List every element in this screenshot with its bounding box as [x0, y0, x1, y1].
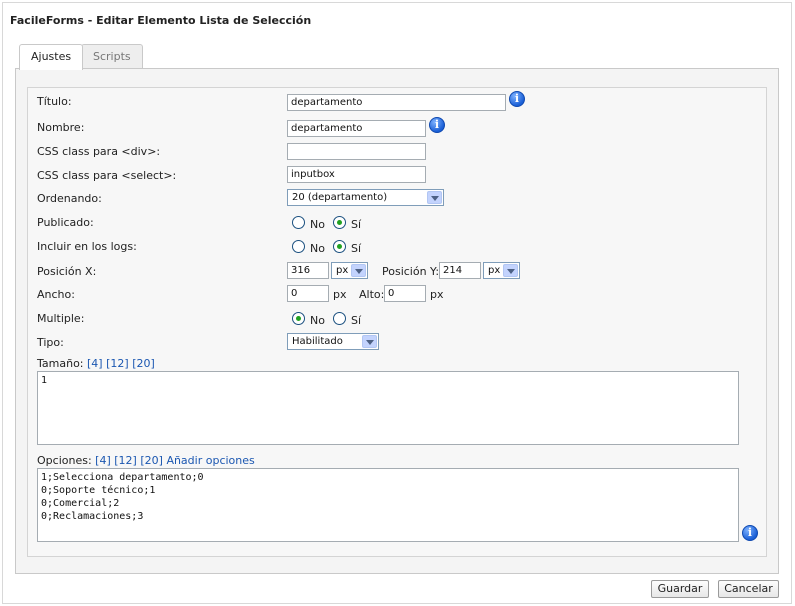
posy-unit-value: px [488, 265, 501, 276]
publicado-label: Publicado: [37, 216, 94, 229]
tipo-select[interactable]: Habilitado [287, 333, 379, 350]
posx-unit-select[interactable]: px [331, 262, 368, 279]
ordenando-value: 20 (departamento) [292, 192, 388, 203]
ancho-label: Ancho: [37, 288, 75, 301]
tamano-textarea[interactable]: 1 [37, 371, 739, 445]
chevron-down-icon [503, 264, 518, 277]
posx-unit-value: px [336, 265, 349, 276]
add-options-link[interactable]: Añadir opciones [166, 454, 254, 467]
chevron-down-icon [351, 264, 366, 277]
ancho-input[interactable]: 0 [287, 285, 329, 302]
posx-label: Posición X: [37, 265, 97, 278]
opciones-link-20[interactable]: [20] [140, 454, 163, 467]
logs-no-label: No [310, 242, 325, 255]
posy-label: Posición Y: [382, 265, 440, 278]
publicado-no-label: No [310, 218, 325, 231]
css-div-input[interactable] [287, 143, 426, 160]
info-icon[interactable]: i [509, 91, 525, 107]
tab-ajustes[interactable]: Ajustes [19, 44, 84, 70]
option-line: 0;Reclamaciones;3 [41, 511, 144, 522]
multiple-no-radio[interactable] [292, 312, 305, 325]
tamano-header: Tamaño: [4] [12] [20] [37, 357, 155, 370]
logs-si-radio[interactable] [333, 240, 346, 253]
logs-si-label: Sí [351, 242, 362, 255]
ordenando-select[interactable]: 20 (departamento) [287, 189, 444, 206]
css-div-label: CSS class para <div>: [37, 145, 161, 158]
titulo-label: Título: [37, 95, 72, 108]
logs-label: Incluir en los logs: [37, 240, 137, 253]
logs-no-radio[interactable] [292, 240, 305, 253]
cancel-button[interactable]: Cancelar [718, 580, 779, 598]
info-icon[interactable]: i [429, 117, 445, 133]
css-select-label: CSS class para <select>: [37, 169, 177, 182]
chevron-down-icon [427, 191, 442, 204]
ordenando-label: Ordenando: [37, 192, 102, 205]
opciones-textarea[interactable]: 1;Selecciona departamento;0 0;Soporte téc… [37, 468, 739, 542]
tipo-label: Tipo: [37, 336, 64, 349]
chevron-down-icon [362, 335, 377, 348]
publicado-si-label: Sí [351, 218, 362, 231]
opciones-header: Opciones: [4] [12] [20] Añadir opciones [37, 454, 255, 467]
tamano-link-20[interactable]: [20] [132, 357, 155, 370]
titulo-input[interactable]: departamento [287, 94, 506, 111]
info-icon[interactable]: i [742, 525, 758, 541]
posy-input[interactable]: 214 [439, 262, 481, 279]
css-select-input[interactable]: inputbox [287, 166, 426, 183]
alto-unit: px [430, 288, 444, 301]
multiple-si-label: Sí [351, 314, 362, 327]
publicado-si-radio[interactable] [333, 216, 346, 229]
window-title: FacileForms - Editar Elemento Lista de S… [10, 14, 312, 27]
opciones-label: Opciones: [37, 454, 92, 467]
option-line: 0;Comercial;2 [41, 498, 120, 509]
alto-label: Alto: [359, 288, 385, 301]
option-line: 1;Selecciona departamento;0 [41, 472, 204, 483]
option-line: 0;Soporte técnico;1 [41, 485, 156, 496]
nombre-label: Nombre: [37, 121, 85, 134]
posy-unit-select[interactable]: px [483, 262, 520, 279]
alto-input[interactable]: 0 [384, 285, 426, 302]
nombre-input[interactable]: departamento [287, 120, 426, 137]
opciones-link-12[interactable]: [12] [114, 454, 137, 467]
tamano-link-4[interactable]: [4] [87, 357, 103, 370]
opciones-link-4[interactable]: [4] [95, 454, 111, 467]
multiple-label: Multiple: [37, 312, 85, 325]
publicado-no-radio[interactable] [292, 216, 305, 229]
ancho-unit: px [333, 288, 347, 301]
tamano-label: Tamaño: [37, 357, 84, 370]
multiple-si-radio[interactable] [333, 312, 346, 325]
tab-scripts[interactable]: Scripts [81, 44, 143, 69]
posx-input[interactable]: 316 [287, 262, 329, 279]
multiple-no-label: No [310, 314, 325, 327]
save-button[interactable]: Guardar [651, 580, 709, 598]
tamano-link-12[interactable]: [12] [106, 357, 129, 370]
tipo-value: Habilitado [292, 336, 343, 347]
